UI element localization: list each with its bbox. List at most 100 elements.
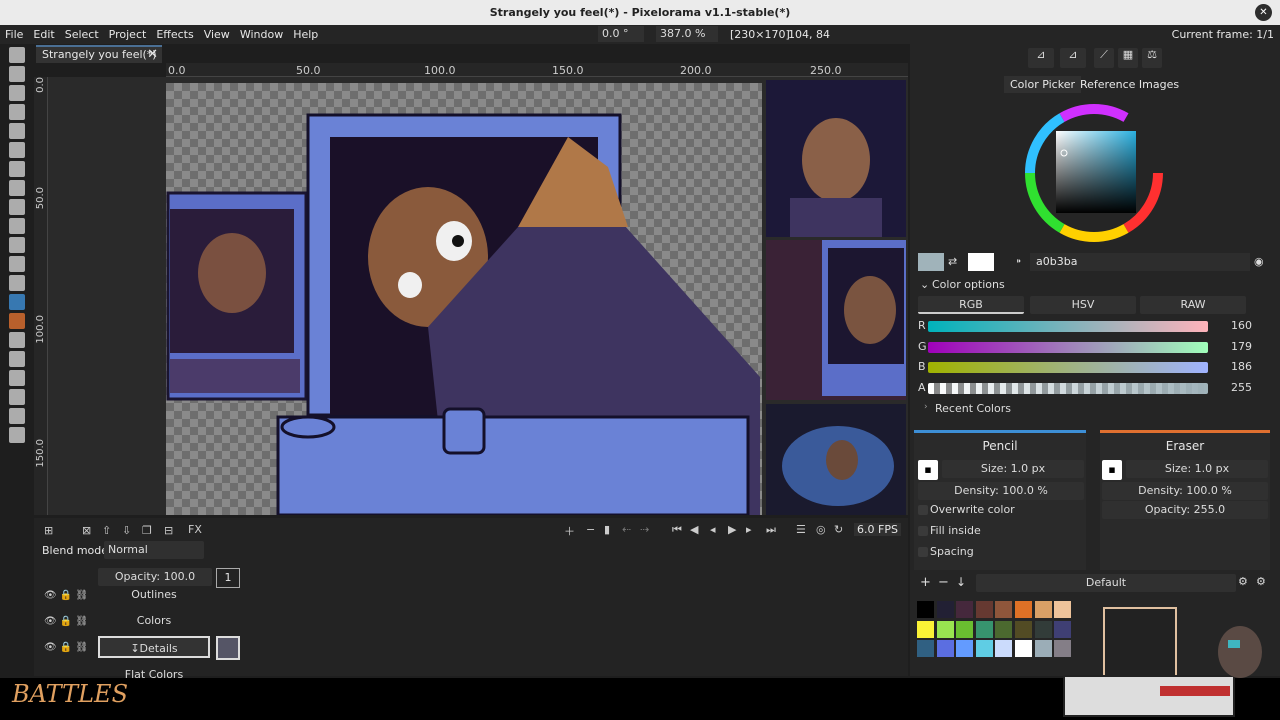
tab-document[interactable]: Strangely you feel(*) ✕ (36, 45, 162, 63)
palette-swatch[interactable] (917, 620, 934, 638)
add-palette-icon[interactable]: + (920, 575, 931, 590)
swap-colors-icon[interactable]: ⇄ (948, 255, 957, 268)
eraser-density-field[interactable]: Density: 100.0 % (1102, 482, 1268, 500)
move-frame-right-icon[interactable]: ⇢ (640, 523, 649, 536)
bucket-icon[interactable] (9, 332, 25, 348)
eyedropper-icon[interactable]: ⁍ (1016, 255, 1022, 268)
palette-swatch[interactable] (917, 640, 934, 657)
blend-mode-select[interactable]: Normal (104, 541, 204, 559)
eraser-size-field[interactable]: Size: 1.0 px (1126, 460, 1268, 478)
palette-swatch[interactable] (1034, 640, 1052, 657)
fps-field[interactable]: 6.0 FPS (854, 523, 901, 536)
eraser-opacity-field[interactable]: Opacity: 255.0 (1102, 501, 1268, 519)
palette-swatch[interactable] (1034, 620, 1052, 638)
pencil-brush-icon[interactable]: ▪ (918, 460, 938, 480)
menu-edit[interactable]: Edit (28, 28, 59, 41)
clone-frame-icon[interactable]: ▮ (604, 523, 610, 536)
line-icon[interactable] (9, 370, 25, 386)
palette-swatch[interactable] (936, 640, 954, 657)
lasso-icon[interactable] (9, 142, 25, 158)
secondary-color-swatch[interactable] (968, 253, 994, 271)
r-slider[interactable] (928, 321, 1208, 332)
palette-edit-icon[interactable]: ⚙ (1256, 575, 1266, 588)
text-icon[interactable] (9, 256, 25, 272)
ellipse-select-icon[interactable] (9, 66, 25, 82)
palette-swatch[interactable] (1015, 640, 1032, 657)
g-value[interactable]: 179 (1222, 340, 1252, 353)
palette-swatch[interactable] (917, 601, 934, 618)
layer-colors[interactable]: Colors (98, 610, 210, 632)
previous-frame-icon[interactable]: ◂ (710, 523, 716, 536)
chevron-right-icon[interactable]: › (924, 402, 928, 412)
palette-swatch[interactable] (936, 601, 954, 618)
spacing-checkbox[interactable] (918, 547, 928, 557)
palette-swatch[interactable] (956, 620, 974, 638)
screen-picker-icon[interactable]: ◉ (1254, 255, 1264, 268)
timeline-menu-icon[interactable]: ☰ (796, 523, 806, 536)
delete-layer-icon[interactable]: ⊠ (82, 524, 91, 537)
shading-icon[interactable] (9, 351, 25, 367)
primary-color-swatch[interactable] (918, 253, 944, 271)
a-value[interactable]: 255 (1222, 381, 1252, 394)
close-icon[interactable]: ✕ (1255, 4, 1272, 21)
remove-frame-icon[interactable]: − (586, 523, 595, 536)
pixel-perfect-icon[interactable]: ⟋ (1094, 48, 1114, 68)
chevron-down-icon[interactable]: ⌄ (920, 278, 929, 291)
polygon-select-icon[interactable] (9, 85, 25, 101)
play-icon[interactable]: ▶ (728, 523, 736, 536)
dynamics-icon[interactable]: ⚖ (1142, 48, 1162, 68)
next-frame-icon[interactable]: ▸ (746, 523, 752, 536)
frame-number[interactable]: 1 (216, 568, 240, 588)
mirror-v-icon[interactable]: ⊿ (1060, 48, 1086, 68)
g-slider[interactable] (928, 342, 1208, 353)
recent-colors-toggle[interactable]: Recent Colors (935, 402, 1011, 415)
alpha-lock-icon[interactable]: ▦ (1118, 48, 1138, 68)
color-options-toggle[interactable]: Color options (932, 278, 1005, 291)
palette-swatch[interactable] (995, 601, 1013, 618)
color-select-icon[interactable] (9, 104, 25, 120)
move-icon[interactable] (9, 199, 25, 215)
rotation-field[interactable]: 0.0 ° (598, 26, 644, 42)
zoom-icon[interactable] (9, 218, 25, 234)
layer-visibility-icons[interactable]: 👁 🔒 ⛓ (44, 616, 98, 630)
overwrite-checkbox[interactable] (918, 505, 928, 515)
palette-swatch[interactable] (936, 620, 954, 638)
first-frame-icon[interactable]: ⏮ (672, 523, 682, 537)
tab-reference-images[interactable]: Reference Images (1074, 76, 1185, 93)
rectangle-select-icon[interactable] (9, 47, 25, 63)
palette-swatch[interactable] (975, 620, 993, 638)
hex-input[interactable]: a0b3ba (1030, 253, 1250, 271)
merge-layer-icon[interactable]: ⊟ (164, 524, 173, 537)
mode-hsv[interactable]: HSV (1030, 296, 1136, 314)
tab-color-picker[interactable]: Color Picker (1004, 76, 1081, 93)
menu-view[interactable]: View (199, 28, 235, 41)
layer-outlines[interactable]: Outlines (98, 584, 210, 606)
remove-palette-icon[interactable]: − (938, 575, 949, 590)
duplicate-layer-icon[interactable]: ❐ (142, 524, 152, 537)
mode-raw[interactable]: RAW (1140, 296, 1246, 314)
rectangle-icon[interactable] (9, 408, 25, 424)
add-layer-icon[interactable]: ⊞ (44, 524, 53, 537)
cel-details[interactable] (216, 636, 240, 660)
pencil-icon[interactable] (9, 294, 25, 310)
a-slider[interactable] (928, 383, 1208, 394)
menu-file[interactable]: File (0, 28, 28, 41)
mirror-h-icon[interactable]: ⊿ (1028, 48, 1054, 68)
menu-help[interactable]: Help (288, 28, 323, 41)
menu-effects[interactable]: Effects (151, 28, 198, 41)
move-layer-up-icon[interactable]: ⇧ (102, 524, 111, 537)
onion-skin-icon[interactable]: ◎ (816, 523, 826, 536)
b-slider[interactable] (928, 362, 1208, 373)
layer-visibility-icons[interactable]: 👁 🔒 ⛓ (44, 642, 98, 656)
menu-project[interactable]: Project (104, 28, 152, 41)
layer-visibility-icons[interactable]: 👁 🔒 ⛓ (44, 590, 98, 604)
curve-icon[interactable] (9, 389, 25, 405)
loop-icon[interactable]: ↻ (834, 523, 843, 536)
magic-wand-icon[interactable] (9, 123, 25, 139)
palette-settings-icon[interactable]: ⚙ (1238, 575, 1248, 588)
palette-swatch[interactable] (995, 640, 1013, 657)
add-frame-icon[interactable]: ＋ (564, 523, 575, 539)
color-wheel[interactable] (1022, 101, 1166, 245)
crop-icon[interactable] (9, 180, 25, 196)
pencil-density-field[interactable]: Density: 100.0 % (918, 482, 1084, 500)
